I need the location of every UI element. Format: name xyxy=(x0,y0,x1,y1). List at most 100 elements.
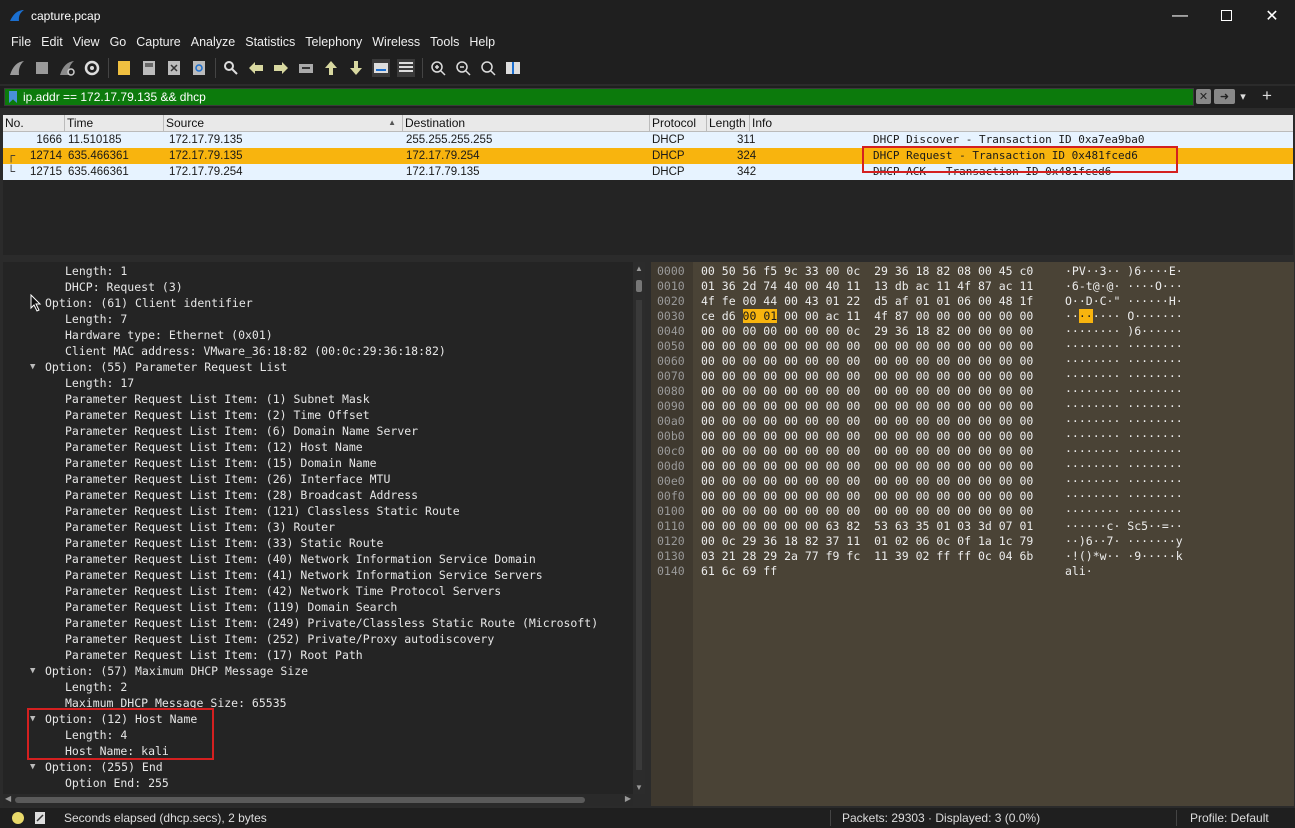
minimize-button[interactable]: — xyxy=(1157,0,1203,31)
expand-chevron-down-icon[interactable]: ▼ xyxy=(30,359,35,375)
menu-statistics[interactable]: Statistics xyxy=(240,35,300,49)
column-length[interactable]: Length xyxy=(707,115,750,131)
hex-dump-line[interactable]: 0050 00 00 00 00 00 00 00 00 00 00 00 00 … xyxy=(651,339,1294,354)
column-source[interactable]: Source ▲ xyxy=(164,115,403,131)
detail-tree-item[interactable]: Length: 2 xyxy=(3,679,633,695)
detail-tree-item[interactable]: Parameter Request List Item: (6) Domain … xyxy=(3,423,633,439)
detail-tree-item[interactable]: Parameter Request List Item: (2) Time Of… xyxy=(3,407,633,423)
detail-tree-item[interactable]: Parameter Request List Item: (28) Broadc… xyxy=(3,487,633,503)
zoom-in-icon[interactable] xyxy=(429,59,447,77)
menu-wireless[interactable]: Wireless xyxy=(367,35,425,49)
detail-tree-item[interactable]: Client MAC address: VMware_36:18:82 (00:… xyxy=(3,343,633,359)
hex-dump-line[interactable]: 0140 61 6c 69 ff ali· xyxy=(651,564,1294,579)
hex-dump-line[interactable]: 00d0 00 00 00 00 00 00 00 00 00 00 00 00 … xyxy=(651,459,1294,474)
detail-tree-item[interactable]: Parameter Request List Item: (249) Priva… xyxy=(3,615,633,631)
detail-tree-item[interactable]: ▼ Option: (55) Parameter Request List xyxy=(3,359,633,375)
detail-tree-item[interactable]: DHCP: Request (3) xyxy=(3,279,633,295)
detail-tree-item[interactable]: Parameter Request List Item: (26) Interf… xyxy=(3,471,633,487)
expand-chevron-down-icon[interactable]: ▼ xyxy=(30,759,35,775)
display-filter-text[interactable]: ip.addr == 172.17.79.135 && dhcp xyxy=(23,90,206,104)
column-info[interactable]: Info xyxy=(750,115,1290,131)
scroll-up-icon[interactable]: ▲ xyxy=(635,264,643,273)
start-capture-fin-icon[interactable] xyxy=(8,59,26,77)
hex-dump-line[interactable]: 0010 01 36 2d 74 40 00 40 11 13 db ac 11 … xyxy=(651,279,1294,294)
find-packet-icon[interactable] xyxy=(222,59,240,77)
detail-tree-item[interactable]: Hardware type: Ethernet (0x01) xyxy=(3,327,633,343)
close-file-icon[interactable] xyxy=(165,59,183,77)
detail-tree-item[interactable]: ▼ Option: (57) Maximum DHCP Message Size xyxy=(3,663,633,679)
add-filter-button[interactable]: + xyxy=(1262,86,1272,106)
details-vertical-scrollbar[interactable]: ▲ ▼ xyxy=(633,262,645,794)
go-first-packet-icon[interactable] xyxy=(322,59,340,77)
scroll-down-icon[interactable]: ▼ xyxy=(635,783,643,792)
detail-tree-item[interactable]: Parameter Request List Item: (1) Subnet … xyxy=(3,391,633,407)
bookmark-icon[interactable] xyxy=(9,91,17,103)
colorize-icon[interactable] xyxy=(397,59,415,77)
menu-help[interactable]: Help xyxy=(464,35,500,49)
detail-tree-item[interactable]: Parameter Request List Item: (119) Domai… xyxy=(3,599,633,615)
hex-dump-line[interactable]: 0120 00 0c 29 36 18 82 37 11 01 02 06 0c … xyxy=(651,534,1294,549)
detail-tree-item[interactable]: Parameter Request List Item: (40) Networ… xyxy=(3,551,633,567)
apply-filter-icon[interactable]: ➜ xyxy=(1214,89,1235,104)
column-destination[interactable]: Destination xyxy=(403,115,650,131)
hex-dump-line[interactable]: 0030 ce d6 00 01 00 00 ac 11 4f 87 00 00 … xyxy=(651,309,1294,324)
hex-dump-line[interactable]: 00c0 00 00 00 00 00 00 00 00 00 00 00 00 … xyxy=(651,444,1294,459)
menu-tools[interactable]: Tools xyxy=(425,35,464,49)
hex-dump-line[interactable]: 0080 00 00 00 00 00 00 00 00 00 00 00 00 … xyxy=(651,384,1294,399)
close-button[interactable]: ✕ xyxy=(1249,0,1295,31)
detail-tree-item[interactable]: Option: (61) Client identifier xyxy=(3,295,633,311)
menu-edit[interactable]: Edit xyxy=(36,35,68,49)
open-file-icon[interactable] xyxy=(115,59,133,77)
menu-view[interactable]: View xyxy=(68,35,105,49)
zoom-normal-icon[interactable] xyxy=(479,59,497,77)
detail-tree-item[interactable]: Parameter Request List Item: (3) Router xyxy=(3,519,633,535)
column-no[interactable]: No. xyxy=(3,115,65,131)
menu-telephony[interactable]: Telephony xyxy=(300,35,367,49)
reload-file-icon[interactable] xyxy=(190,59,208,77)
go-to-packet-icon[interactable] xyxy=(297,59,315,77)
menu-capture[interactable]: Capture xyxy=(131,35,185,49)
maximize-button[interactable] xyxy=(1203,0,1249,31)
hex-dump-line[interactable]: 0040 00 00 00 00 00 00 00 0c 29 36 18 82 … xyxy=(651,324,1294,339)
scrollbar-thumb[interactable] xyxy=(15,797,585,803)
autoscroll-icon[interactable] xyxy=(372,59,390,77)
detail-tree-item[interactable]: Parameter Request List Item: (15) Domain… xyxy=(3,455,633,471)
capture-options-gear-icon[interactable] xyxy=(83,59,101,77)
hex-dump-line[interactable]: 0000 00 50 56 f5 9c 33 00 0c 29 36 18 82 … xyxy=(651,264,1294,279)
go-back-icon[interactable] xyxy=(247,59,265,77)
go-last-packet-icon[interactable] xyxy=(347,59,365,77)
hex-dump-line[interactable]: 00b0 00 00 00 00 00 00 00 00 00 00 00 00 … xyxy=(651,429,1294,444)
go-forward-icon[interactable] xyxy=(272,59,290,77)
detail-tree-item[interactable]: ▼ Option: (255) End xyxy=(3,759,633,775)
hex-dump-line[interactable]: 0130 03 21 28 29 2a 77 f9 fc 11 39 02 ff … xyxy=(651,549,1294,564)
display-filter-input[interactable]: ip.addr == 172.17.79.135 && dhcp xyxy=(4,88,1194,106)
scroll-left-icon[interactable]: ◀ xyxy=(5,794,11,803)
profile-status[interactable]: Profile: Default xyxy=(1190,811,1269,825)
detail-tree-item[interactable]: Option End: 255 xyxy=(3,775,633,791)
detail-tree-item[interactable]: Parameter Request List Item: (33) Static… xyxy=(3,535,633,551)
stop-capture-icon[interactable] xyxy=(33,59,51,77)
clear-filter-icon[interactable]: ✕ xyxy=(1196,89,1211,104)
resize-columns-icon[interactable] xyxy=(504,59,522,77)
menu-file[interactable]: File xyxy=(6,35,36,49)
detail-tree-item[interactable]: Parameter Request List Item: (121) Class… xyxy=(3,503,633,519)
column-time[interactable]: Time xyxy=(65,115,164,131)
zoom-out-icon[interactable] xyxy=(454,59,472,77)
hex-dump-line[interactable]: 0110 00 00 00 00 00 00 63 82 53 63 35 01 … xyxy=(651,519,1294,534)
detail-tree-item[interactable]: Length: 17 xyxy=(3,375,633,391)
scrollbar-thumb[interactable] xyxy=(636,280,642,292)
detail-tree-item[interactable]: Length: 7 xyxy=(3,311,633,327)
detail-tree-item[interactable]: Parameter Request List Item: (252) Priva… xyxy=(3,631,633,647)
hex-dump-line[interactable]: 00e0 00 00 00 00 00 00 00 00 00 00 00 00 … xyxy=(651,474,1294,489)
restart-capture-icon[interactable] xyxy=(58,59,76,77)
scroll-right-icon[interactable]: ▶ xyxy=(625,794,631,803)
hex-dump-line[interactable]: 0060 00 00 00 00 00 00 00 00 00 00 00 00 … xyxy=(651,354,1294,369)
hex-dump-line[interactable]: 0070 00 00 00 00 00 00 00 00 00 00 00 00 … xyxy=(651,369,1294,384)
menu-analyze[interactable]: Analyze xyxy=(186,35,240,49)
details-horizontal-scrollbar[interactable]: ◀ ▶ xyxy=(3,794,633,806)
edit-comment-icon[interactable] xyxy=(34,811,46,828)
save-file-icon[interactable] xyxy=(140,59,158,77)
hex-dump-line[interactable]: 00a0 00 00 00 00 00 00 00 00 00 00 00 00 … xyxy=(651,414,1294,429)
hex-dump-line[interactable]: 0090 00 00 00 00 00 00 00 00 00 00 00 00 … xyxy=(651,399,1294,414)
detail-tree-item[interactable]: Parameter Request List Item: (41) Networ… xyxy=(3,567,633,583)
